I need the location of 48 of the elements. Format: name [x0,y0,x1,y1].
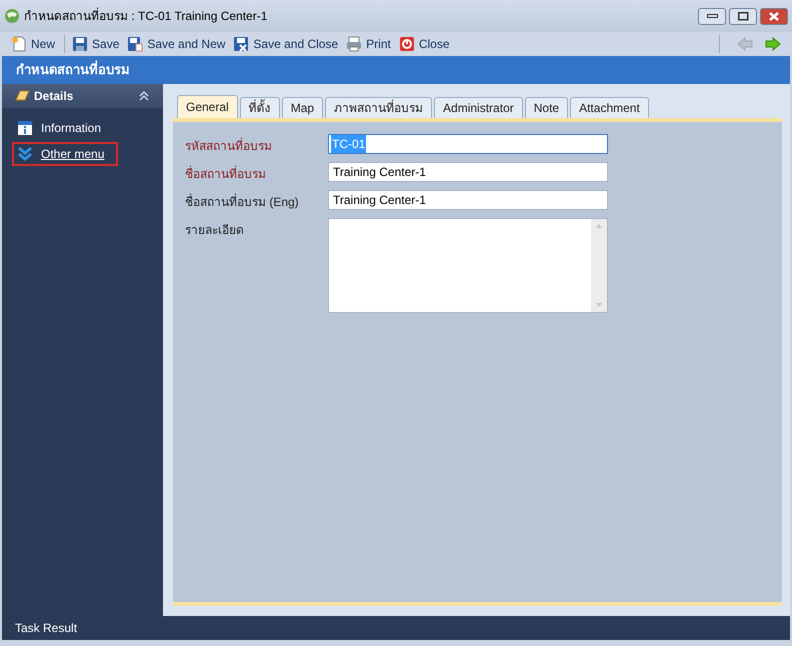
save-icon [127,36,144,52]
tab[interactable]: Map [282,97,324,118]
printer-icon [346,36,362,52]
info-icon [17,120,33,136]
field-label: รายละเอียด [185,222,245,239]
power-icon [398,36,415,52]
left-arrow-icon [737,36,753,52]
sidebar-item[interactable]: Information [12,116,116,140]
input-field[interactable]: Training Center-1 [328,190,608,210]
down-arrow-icon [595,302,603,308]
toolbar-button[interactable]: Save [69,33,122,55]
globe-icon [4,8,20,24]
window-title: กำหนดสถานที่อบรม : TC-01 Training Center-1 [24,7,268,25]
tab[interactable]: Attachment [570,97,649,118]
toolbar-button[interactable]: Close [396,33,453,55]
tab[interactable]: Note [524,97,568,118]
chevrons-down-icon [17,146,33,162]
field-label: รหัสสถานที่อบรม [185,136,273,155]
tab[interactable]: ภาพสถานที่อบรม [325,97,432,118]
status-text: Task Result [15,620,78,637]
right-arrow-icon [765,36,781,52]
maximize-button[interactable] [729,8,757,24]
toolbar-button[interactable]: Save and New [124,33,228,55]
document-icon [11,36,27,52]
tab[interactable]: ที่ตั้ง [240,97,280,118]
toolbar-button[interactable]: Print [343,33,394,55]
folder-icon [14,88,30,104]
save-icon [233,36,250,52]
chevrons-icon [138,89,150,103]
description-field[interactable] [328,218,608,313]
toolbar-button[interactable]: New [8,33,58,55]
sidebar-item[interactable]: Other menu [12,142,118,166]
tab[interactable]: Administrator [434,97,523,118]
minimize-button[interactable] [698,8,726,24]
close-window-icon [769,12,779,20]
tab[interactable]: General [177,95,238,118]
field-label: ชื่อสถานที่อบรม [185,164,267,183]
field-label: ชื่อสถานที่อบรม (Eng) [185,192,300,211]
collapse-button[interactable] [137,89,151,103]
toolbar-button[interactable]: Save and Close [230,33,342,55]
save-icon [72,36,88,52]
maximize-icon [738,12,748,20]
minimize-icon [706,14,718,18]
up-arrow-icon [595,223,603,229]
close-window-button[interactable] [760,8,788,24]
input-field[interactable]: Training Center-1 [328,162,608,182]
sidebar-title: Details [34,88,74,105]
header-title: กำหนดสถานที่อบรม [16,60,130,80]
